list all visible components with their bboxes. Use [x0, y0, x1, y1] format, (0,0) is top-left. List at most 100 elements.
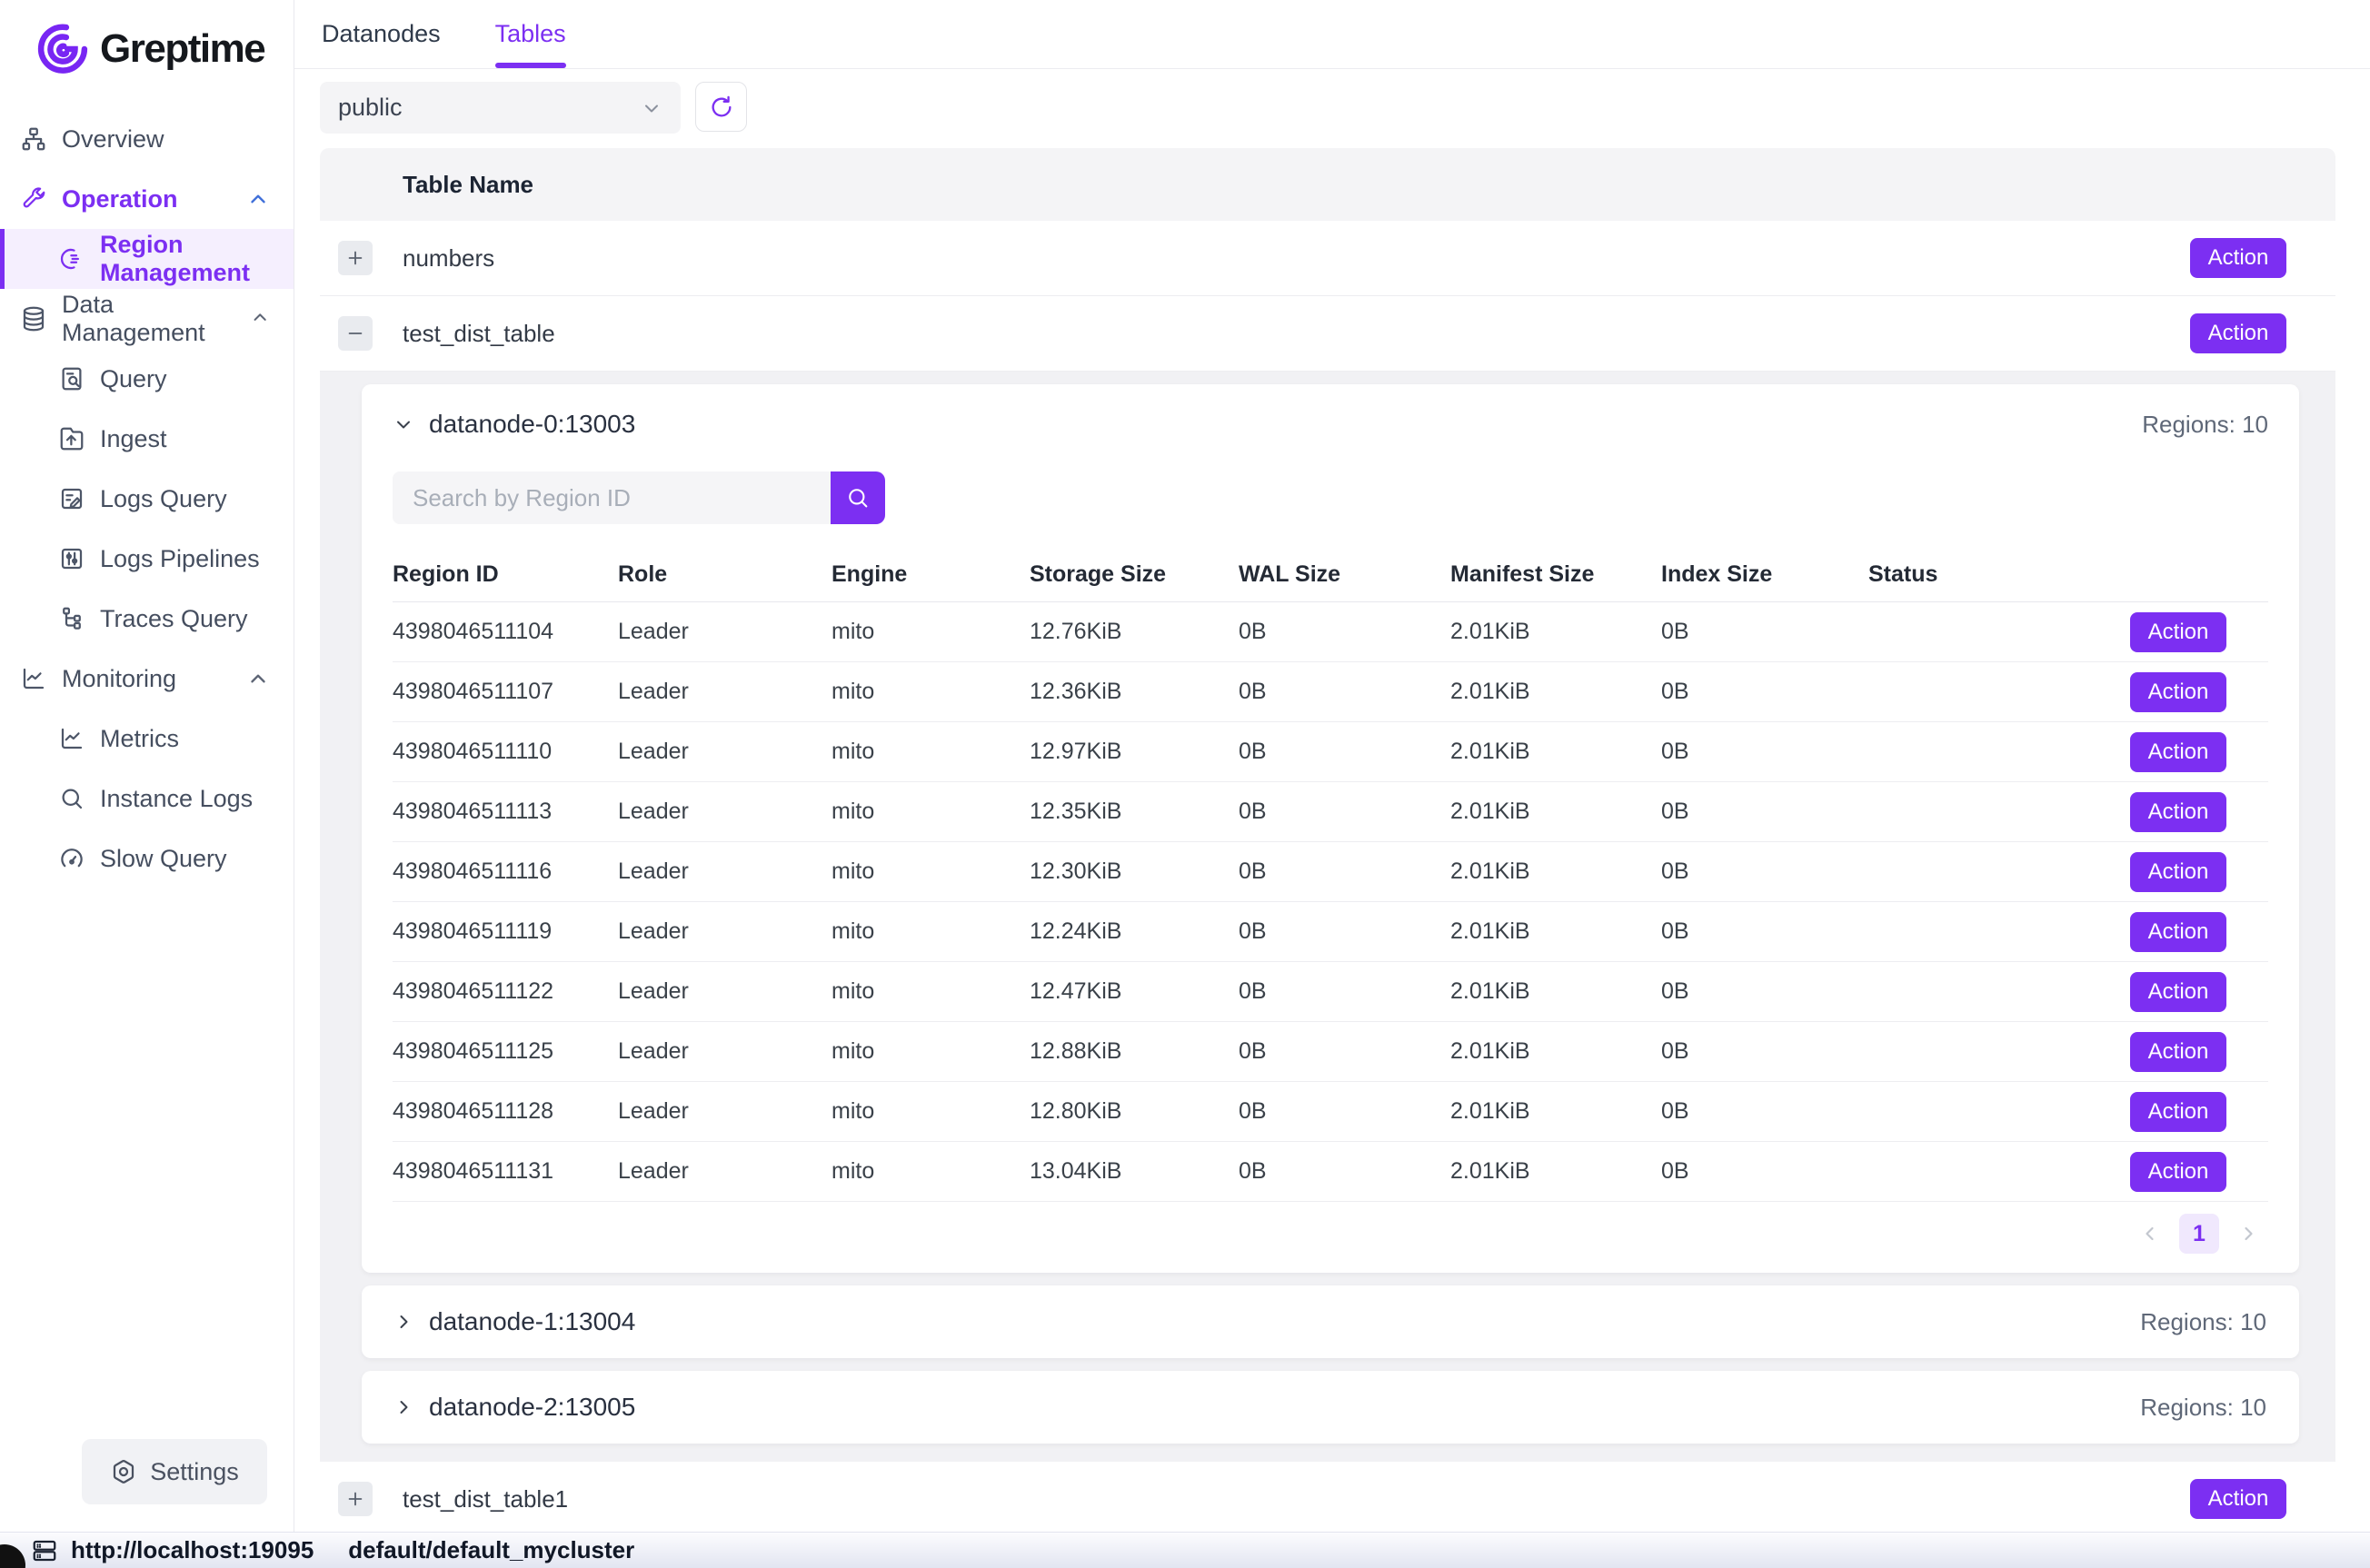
settings-button[interactable]: Settings: [82, 1439, 267, 1504]
cluster-name[interactable]: default/default_mycluster: [348, 1536, 634, 1564]
column-header-engine: Engine: [831, 561, 1030, 588]
chevron-up-icon: [250, 307, 270, 331]
index-size: 0B: [1661, 739, 1868, 765]
collapse-minus-button[interactable]: [338, 316, 373, 351]
refresh-button[interactable]: [695, 82, 747, 132]
settings-nut-icon: [110, 1458, 137, 1485]
table-row-test-dist-table: test_dist_table Action: [320, 296, 2335, 372]
storage-size: 12.36KiB: [1030, 679, 1239, 705]
region-search-button[interactable]: [831, 471, 885, 524]
sidebar-item-traces-query[interactable]: Traces Query: [0, 589, 294, 649]
index-size: 0B: [1661, 918, 1868, 945]
column-header-region-id: Region ID: [393, 561, 618, 588]
column-header-role: Role: [618, 561, 831, 588]
region-row: 4398046511116 Leader mito 12.30KiB 0B 2.…: [393, 842, 2268, 902]
region-action-button[interactable]: Action: [2130, 1092, 2226, 1132]
column-header-wal-size: WAL Size: [1239, 561, 1450, 588]
manifest-size: 2.01KiB: [1450, 1158, 1661, 1185]
region-action-button[interactable]: Action: [2130, 1152, 2226, 1192]
sidebar-item-label: Overview: [62, 125, 164, 154]
pagination: 1: [393, 1202, 2268, 1265]
region-action-button[interactable]: Action: [2130, 672, 2226, 712]
wal-size: 0B: [1239, 619, 1450, 645]
sidebar-item-label: Ingest: [100, 425, 167, 453]
sidebar-item-label: Slow Query: [100, 845, 227, 873]
sidebar-item-label: Region Management: [100, 231, 294, 287]
datanode-0-header[interactable]: datanode-0:13003 Regions: 10: [393, 406, 2268, 442]
role: Leader: [618, 799, 831, 825]
sidebar-item-query[interactable]: Query: [0, 349, 294, 409]
region-id: 4398046511122: [393, 978, 618, 1005]
chevron-right-icon: [393, 1396, 414, 1418]
region-search-input[interactable]: [393, 471, 831, 524]
sidebar-item-overview[interactable]: Overview: [0, 109, 294, 169]
region-table-header: Region ID Role Engine Storage Size WAL S…: [393, 548, 2268, 602]
action-button[interactable]: Action: [2190, 313, 2286, 353]
table-name: test_dist_table: [403, 320, 555, 348]
region-action-button[interactable]: Action: [2130, 852, 2226, 892]
sidebar-item-region-management[interactable]: Region Management: [0, 229, 294, 289]
datanode-0-card: datanode-0:13003 Regions: 10 Region ID R…: [362, 384, 2299, 1273]
engine: mito: [831, 679, 1030, 705]
region-action-button[interactable]: Action: [2130, 1032, 2226, 1072]
sidebar-item-metrics[interactable]: Metrics: [0, 709, 294, 769]
brand-logo[interactable]: Greptime: [0, 0, 294, 84]
wal-size: 0B: [1239, 1158, 1450, 1185]
sidebar-item-ingest[interactable]: Ingest: [0, 409, 294, 469]
sidebar-item-label: Logs Pipelines: [100, 545, 260, 573]
region-id: 4398046511110: [393, 739, 618, 765]
pagination-next-icon[interactable]: [2237, 1223, 2259, 1245]
region-action-button[interactable]: Action: [2130, 972, 2226, 1012]
sidebar-item-monitoring[interactable]: Monitoring: [0, 649, 294, 709]
line-chart-icon: [20, 665, 47, 692]
column-header-storage-size: Storage Size: [1030, 561, 1239, 588]
manifest-size: 2.01KiB: [1450, 978, 1661, 1005]
server-icon: [31, 1537, 58, 1564]
region-action-button[interactable]: Action: [2130, 732, 2226, 772]
tab-datanodes[interactable]: Datanodes: [322, 0, 441, 68]
tables-list-header: Table Name: [320, 148, 2335, 221]
action-button[interactable]: Action: [2190, 1479, 2286, 1519]
expand-plus-button[interactable]: [338, 241, 373, 275]
region-id: 4398046511128: [393, 1098, 618, 1125]
storage-size: 12.88KiB: [1030, 1038, 1239, 1065]
region-action-button[interactable]: Action: [2130, 612, 2226, 652]
expand-plus-button[interactable]: [338, 1482, 373, 1516]
tab-tables[interactable]: Tables: [495, 0, 566, 68]
server-url[interactable]: http://localhost:19095: [71, 1536, 314, 1564]
sidebar-item-operation[interactable]: Operation: [0, 169, 294, 229]
region-id: 4398046511104: [393, 619, 618, 645]
region-row: 4398046511104 Leader mito 12.76KiB 0B 2.…: [393, 602, 2268, 662]
database-select[interactable]: public: [320, 82, 681, 134]
engine: mito: [831, 1038, 1030, 1065]
wal-size: 0B: [1239, 799, 1450, 825]
region-action-button[interactable]: Action: [2130, 912, 2226, 952]
role: Leader: [618, 1158, 831, 1185]
index-size: 0B: [1661, 1098, 1868, 1125]
datanode-title: datanode-1:13004: [429, 1307, 635, 1336]
wal-size: 0B: [1239, 739, 1450, 765]
sidebar-item-logs-query[interactable]: Logs Query: [0, 469, 294, 529]
sidebar: Greptime Overview Operation Region Manag…: [0, 0, 294, 1532]
sidebar-item-slow-query[interactable]: Slow Query: [0, 829, 294, 888]
engine: mito: [831, 858, 1030, 885]
settings-label: Settings: [150, 1458, 239, 1486]
sidebar-item-logs-pipelines[interactable]: Logs Pipelines: [0, 529, 294, 589]
datanode-1-card[interactable]: datanode-1:13004 Regions: 10: [362, 1285, 2299, 1358]
engine: mito: [831, 1158, 1030, 1185]
pagination-page-1[interactable]: 1: [2179, 1214, 2219, 1254]
sidebar-item-data-management[interactable]: Data Management: [0, 289, 294, 349]
datanode-2-card[interactable]: datanode-2:13005 Regions: 10: [362, 1371, 2299, 1444]
pagination-prev-icon[interactable]: [2139, 1223, 2161, 1245]
action-button[interactable]: Action: [2190, 238, 2286, 278]
region-row: 4398046511107 Leader mito 12.36KiB 0B 2.…: [393, 662, 2268, 722]
wal-size: 0B: [1239, 858, 1450, 885]
engine: mito: [831, 799, 1030, 825]
region-row: 4398046511122 Leader mito 12.47KiB 0B 2.…: [393, 962, 2268, 1022]
sidebar-item-label: Operation: [62, 185, 178, 213]
sidebar-item-instance-logs[interactable]: Instance Logs: [0, 769, 294, 829]
role: Leader: [618, 858, 831, 885]
table-row-numbers: numbers Action: [320, 221, 2335, 296]
region-action-button[interactable]: Action: [2130, 792, 2226, 832]
sidebar-item-label: Query: [100, 365, 167, 393]
